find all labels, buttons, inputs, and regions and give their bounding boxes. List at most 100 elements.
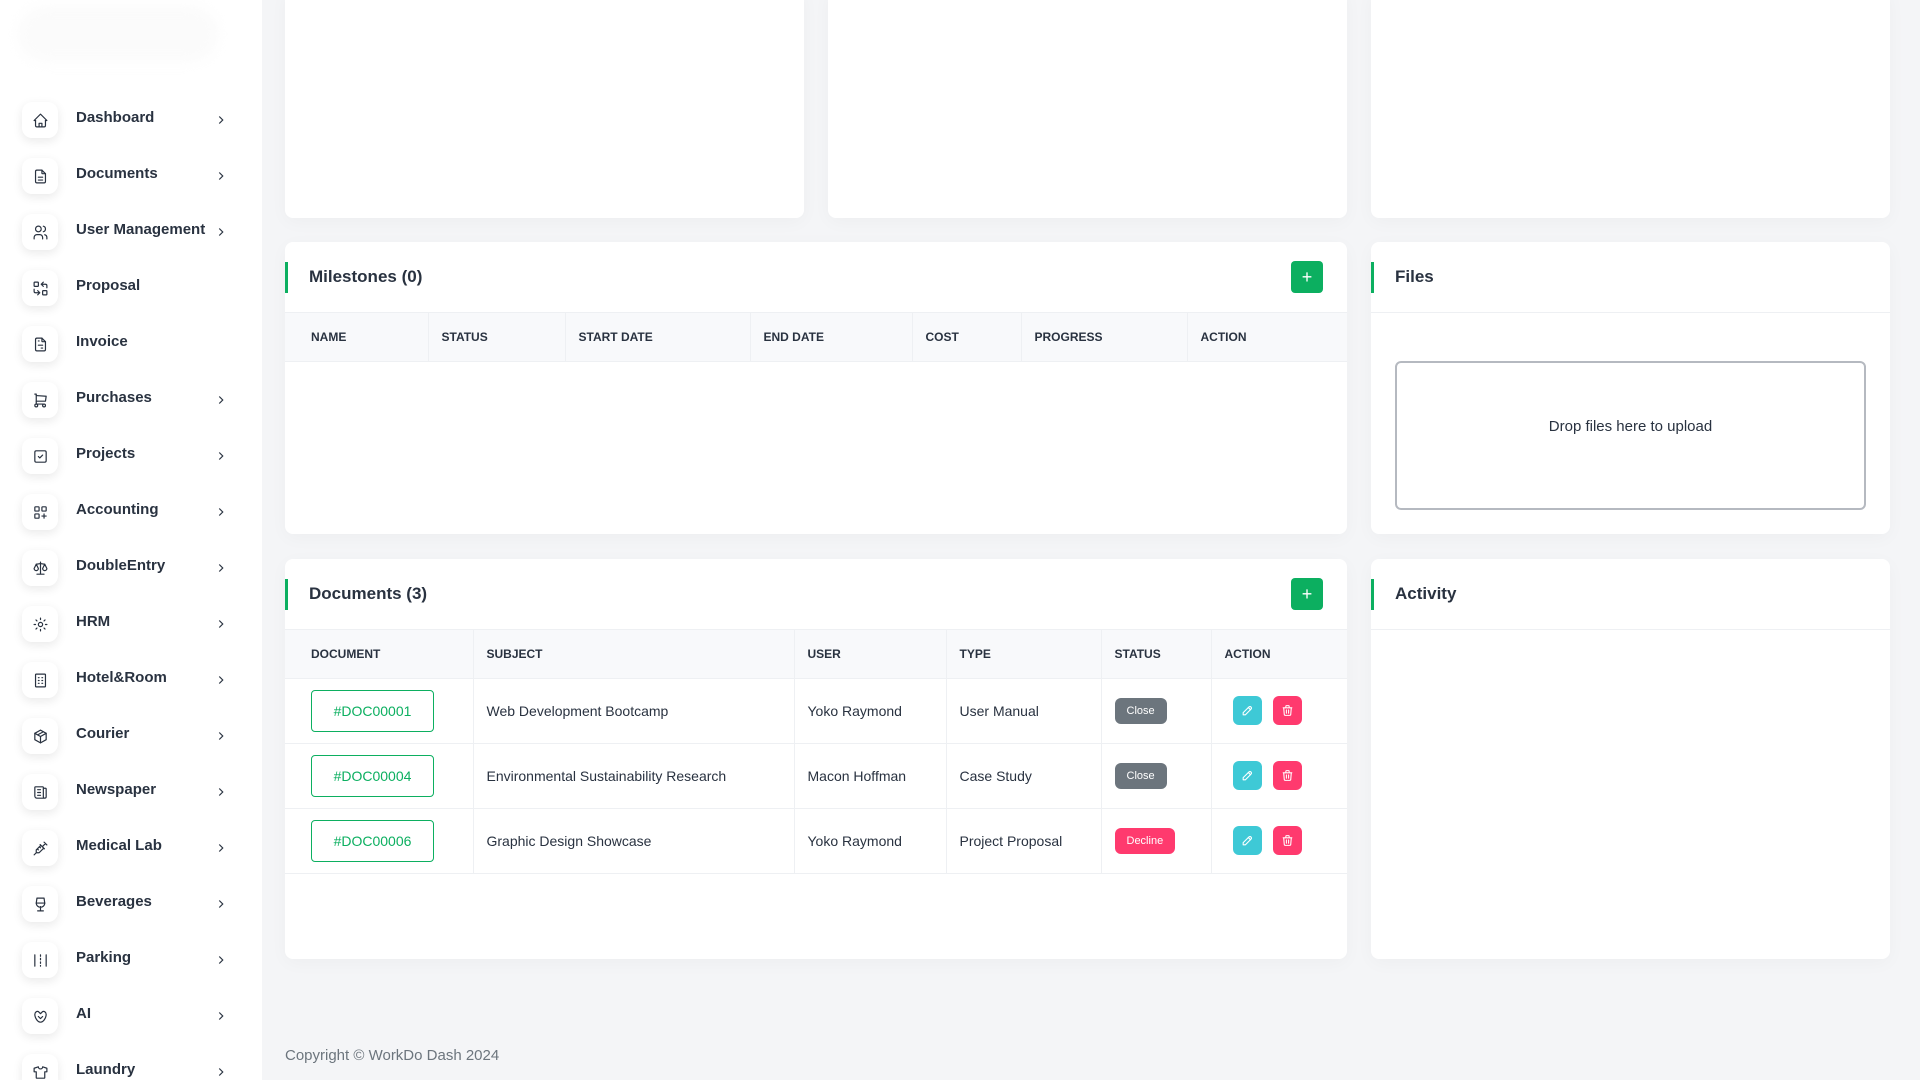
files-card: Files Drop files here to upload <box>1371 242 1890 534</box>
activity-title: Activity <box>1395 584 1457 603</box>
column-header[interactable]: END DATE <box>750 313 913 362</box>
column-header[interactable]: STATUS <box>1101 630 1212 679</box>
scale-icon <box>22 550 58 586</box>
document-type: Case Study <box>946 743 1102 809</box>
column-header[interactable]: SUBJECT <box>473 630 795 679</box>
sidebar-item-proposal[interactable]: Proposal <box>0 260 262 316</box>
sidebar-item-label: Documents <box>76 164 158 182</box>
pencil-icon <box>1242 836 1252 846</box>
sidebar-item-ai[interactable]: AI <box>0 988 262 1044</box>
cart-icon <box>22 382 58 418</box>
sidebar-item-label: Beverages <box>76 892 152 910</box>
sidebar-item-courier[interactable]: Courier <box>0 708 262 764</box>
sidebar-item-hrm[interactable]: HRM <box>0 596 262 652</box>
document-type: Project Proposal <box>946 808 1102 874</box>
chevron-right-icon <box>214 673 228 687</box>
documents-table: DOCUMENT SUBJECT USER TYPE STATUS ACTION… <box>285 630 1347 874</box>
trash-icon <box>1282 835 1292 846</box>
chevron-right-icon <box>214 113 228 127</box>
sidebar-item-label: Laundry <box>76 1060 136 1078</box>
sidebar-item-doubleentry[interactable]: DoubleEntry <box>0 540 262 596</box>
sidebar-item-documents[interactable]: Documents <box>0 148 262 204</box>
sidebar: Dashboard Documents User Management Prop… <box>0 0 262 1080</box>
chevron-right-icon <box>214 393 228 407</box>
sidebar-item-label: Courier <box>76 724 130 742</box>
logo[interactable] <box>18 6 218 62</box>
sidebar-item-label: Projects <box>76 444 136 462</box>
milestones-title: Milestones (0) <box>309 267 423 286</box>
edit-button[interactable] <box>1232 761 1262 790</box>
sidebar-item-label: Accounting <box>76 500 159 518</box>
column-header[interactable]: ACTION <box>1211 630 1347 679</box>
sidebar-item-medical-lab[interactable]: Medical Lab <box>0 820 262 876</box>
chevron-right-icon <box>214 897 228 911</box>
sidebar-item-label: DoubleEntry <box>76 556 166 574</box>
building-icon <box>22 662 58 698</box>
top-card-2 <box>828 0 1347 218</box>
replace-icon <box>22 270 58 306</box>
square-check-icon <box>22 438 58 474</box>
home-icon <box>22 102 58 138</box>
pencil-icon <box>1242 771 1252 781</box>
layout-grid-add-icon <box>22 494 58 530</box>
document-subject: Graphic Design Showcase <box>473 808 795 874</box>
sidebar-item-label: Medical Lab <box>76 836 162 854</box>
status-badge: Close <box>1114 697 1167 724</box>
table-row: #DOC00001 Web Development Bootcamp Yoko … <box>285 678 1347 744</box>
column-header[interactable]: DOCUMENT <box>285 630 474 679</box>
sidebar-item-purchases[interactable]: Purchases <box>0 372 262 428</box>
sidebar-item-parking[interactable]: Parking <box>0 932 262 988</box>
sidebar-item-dashboard[interactable]: Dashboard <box>0 92 262 148</box>
pencil-icon <box>1242 706 1252 716</box>
edit-button[interactable] <box>1232 696 1262 725</box>
chevron-right-icon <box>214 729 228 743</box>
edit-button[interactable] <box>1232 826 1262 855</box>
table-row: #DOC00006 Graphic Design Showcase Yoko R… <box>285 808 1347 874</box>
sidebar-item-invoice[interactable]: Invoice <box>0 316 262 372</box>
table-row: #DOC00004 Environmental Sustainability R… <box>285 743 1347 809</box>
documents-card: Documents (3) + DOCUMENT SUBJECT USER TY… <box>285 559 1347 959</box>
delete-button[interactable] <box>1272 761 1302 790</box>
document-subject: Web Development Bootcamp <box>473 678 795 744</box>
chevron-right-icon <box>214 505 228 519</box>
sidebar-item-beverages[interactable]: Beverages <box>0 876 262 932</box>
sidebar-item-projects[interactable]: Projects <box>0 428 262 484</box>
parking-icon <box>22 942 58 978</box>
files-header: Files <box>1371 242 1890 313</box>
status-badge: Decline <box>1114 827 1176 854</box>
sidebar-item-user-management[interactable]: User Management <box>0 204 262 260</box>
column-header[interactable]: ACTION <box>1187 313 1347 362</box>
document-type: User Manual <box>946 678 1102 744</box>
column-header[interactable]: USER <box>794 630 947 679</box>
column-header[interactable]: STATUS <box>428 313 566 362</box>
sidebar-item-label: Proposal <box>76 276 141 294</box>
document-id-badge[interactable]: #DOC00004 <box>311 754 434 797</box>
document-id-badge[interactable]: #DOC00006 <box>311 819 434 862</box>
column-header[interactable]: NAME <box>285 313 429 362</box>
column-header[interactable]: TYPE <box>946 630 1102 679</box>
add-document-button[interactable]: + <box>1291 578 1323 610</box>
files-title: Files <box>1395 267 1434 286</box>
document-user: Yoko Raymond <box>794 808 947 874</box>
documents-title: Documents (3) <box>309 584 428 603</box>
column-header[interactable]: COST <box>912 313 1022 362</box>
circle-dots-icon <box>22 606 58 642</box>
chevron-right-icon <box>214 785 228 799</box>
sidebar-item-label: Dashboard <box>76 108 155 126</box>
sidebar-item-accounting[interactable]: Accounting <box>0 484 262 540</box>
sidebar-item-laundry[interactable]: Laundry <box>0 1044 262 1080</box>
glass-icon <box>22 886 58 922</box>
column-header[interactable]: START DATE <box>565 313 751 362</box>
delete-button[interactable] <box>1272 826 1302 855</box>
file-dropzone[interactable]: Drop files here to upload <box>1395 361 1866 510</box>
chevron-right-icon <box>214 449 228 463</box>
trash-icon <box>1282 770 1292 781</box>
vaccine-icon <box>22 830 58 866</box>
sidebar-item-newspaper[interactable]: Newspaper <box>0 764 262 820</box>
sidebar-item-hotel-room[interactable]: Hotel&Room <box>0 652 262 708</box>
add-milestone-button[interactable]: + <box>1291 261 1323 293</box>
document-id-badge[interactable]: #DOC00001 <box>311 689 434 732</box>
column-header[interactable]: PROGRESS <box>1021 313 1188 362</box>
delete-button[interactable] <box>1272 696 1302 725</box>
chevron-right-icon <box>214 1065 228 1079</box>
